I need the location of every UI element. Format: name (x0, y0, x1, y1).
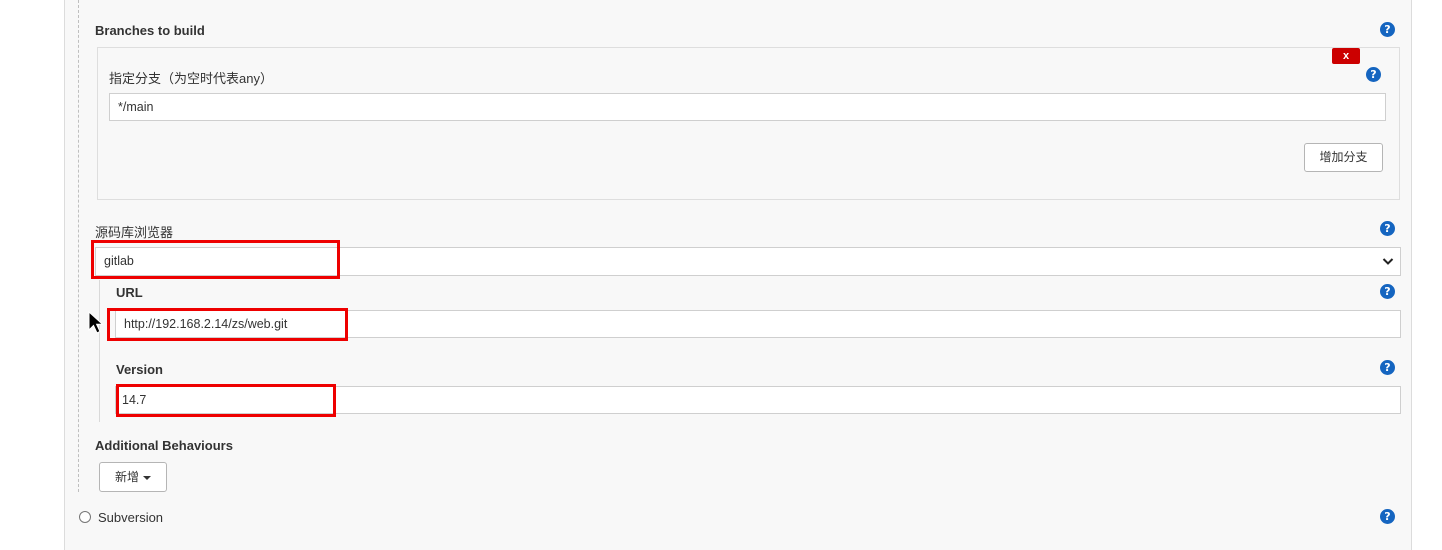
delete-branch-button[interactable]: x (1332, 48, 1360, 64)
branches-title: Branches to build (95, 23, 205, 38)
additional-behaviours-label: Additional Behaviours (95, 438, 233, 453)
branch-spec-help-icon[interactable]: ? (1366, 67, 1381, 82)
version-help-icon[interactable]: ? (1380, 360, 1395, 375)
add-branch-button[interactable]: 增加分支 (1304, 143, 1383, 172)
version-label: Version (116, 362, 163, 377)
add-behaviour-label: 新增 (114, 470, 139, 484)
subversion-radio[interactable] (79, 511, 91, 523)
mouse-cursor-icon (88, 311, 104, 334)
add-behaviour-button[interactable]: 新增 (99, 462, 167, 492)
branches-help-icon[interactable]: ? (1380, 22, 1395, 37)
caret-down-icon (143, 475, 151, 480)
url-label: URL (116, 285, 143, 300)
repo-browser-selected-value: gitlab (104, 254, 134, 268)
subversion-label: Subversion (98, 510, 164, 525)
branch-spec-input[interactable]: */main (109, 93, 1386, 121)
chevron-down-icon (1382, 258, 1394, 265)
subsection-divider (99, 280, 100, 422)
repo-browser-help-icon[interactable]: ? (1380, 221, 1395, 236)
branch-spec-label: 指定分支（为空时代表any） (109, 71, 273, 86)
repo-browser-select[interactable]: gitlab (95, 247, 1401, 276)
url-help-icon[interactable]: ? (1380, 284, 1395, 299)
subversion-help-icon[interactable]: ? (1380, 509, 1395, 524)
version-input[interactable]: 14.7 (115, 386, 1401, 414)
section-divider (78, 0, 79, 492)
url-input[interactable]: http://192.168.2.14/zs/web.git (115, 310, 1401, 338)
repo-browser-label: 源码库浏览器 (95, 225, 174, 240)
branch-spec-box (97, 47, 1400, 200)
